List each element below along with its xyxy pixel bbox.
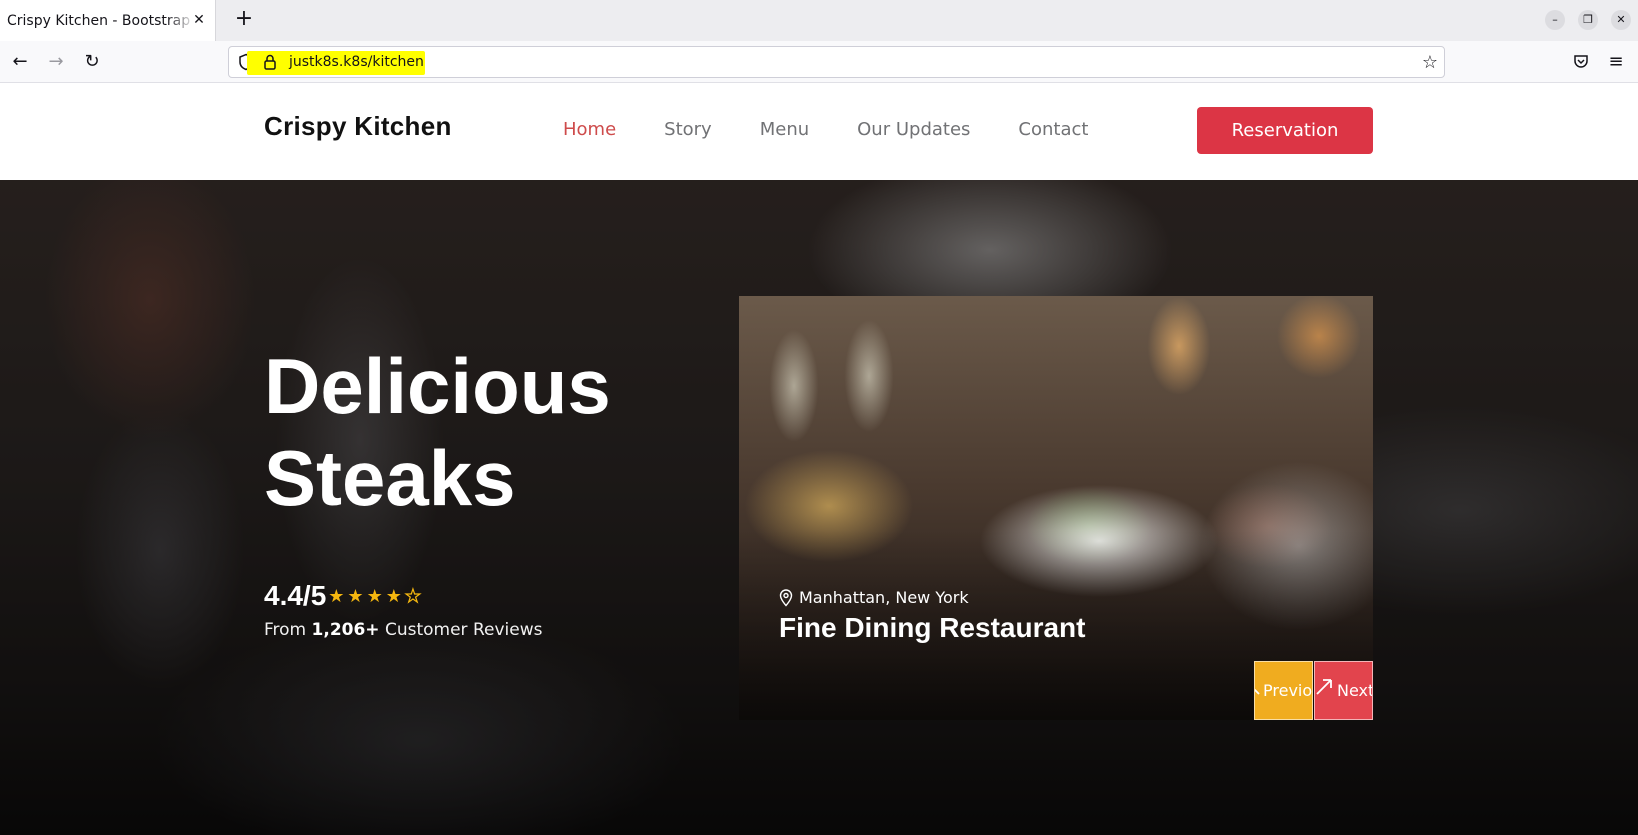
forward-icon[interactable]: → — [44, 50, 68, 74]
main-nav: Home Story Menu Our Updates Contact — [563, 119, 1136, 140]
rating: 4.4/5 ★ ★ ★ ★ ★ — [264, 580, 422, 612]
prev-label: Previo — [1263, 681, 1313, 700]
nav-contact[interactable]: Contact — [1018, 119, 1088, 140]
bookmark-star-icon[interactable]: ☆ — [1422, 52, 1438, 73]
featured-card: Manhattan, New York Fine Dining Restaura… — [739, 296, 1373, 720]
reviews-prefix: From — [264, 620, 307, 640]
hero-section: Delicious Steaks 4.4/5 ★ ★ ★ ★ ★ From 1,… — [0, 180, 1638, 835]
minimize-icon[interactable]: – — [1545, 10, 1565, 30]
nav-story[interactable]: Story — [664, 119, 712, 140]
next-label: Next — [1337, 681, 1373, 700]
nav-our-updates[interactable]: Our Updates — [857, 119, 970, 140]
nav-home[interactable]: Home — [563, 119, 616, 140]
location-text: Manhattan, New York — [799, 588, 969, 607]
tab-title: Crispy Kitchen - Bootstrap 5 — [7, 12, 195, 29]
close-window-icon[interactable]: ✕ — [1611, 10, 1631, 30]
browser-tab[interactable]: Crispy Kitchen - Bootstrap 5 ✕ — [0, 0, 216, 41]
star-filled-icon: ★ — [328, 585, 345, 607]
rating-stars: ★ ★ ★ ★ ★ — [328, 585, 421, 607]
carousel-prev-button[interactable]: Previo — [1254, 661, 1313, 720]
hero-title-line1: Delicious — [264, 342, 611, 430]
close-tab-icon[interactable]: ✕ — [191, 12, 207, 28]
map-pin-icon — [779, 588, 793, 607]
star-filled-icon: ★ — [347, 585, 364, 607]
reviews-text: From 1,206+ Customer Reviews — [264, 620, 542, 640]
star-empty-icon: ★ — [404, 585, 421, 607]
hero-title: Delicious Steaks — [264, 340, 684, 524]
star-filled-icon: ★ — [385, 585, 402, 607]
back-icon[interactable]: ← — [8, 50, 32, 74]
carousel-next-button[interactable]: Next — [1314, 661, 1373, 720]
arrow-up-left-icon — [1255, 688, 1260, 695]
url-text: justk8s.k8s/kitchen — [289, 54, 424, 70]
arrow-up-right-icon — [1316, 679, 1332, 695]
reviews-count: 1,206+ — [311, 620, 380, 640]
rating-value: 4.4/5 — [264, 580, 327, 611]
browser-tab-bar: Crispy Kitchen - Bootstrap 5 ✕ + – ❐ ✕ — [0, 0, 1638, 41]
pocket-icon[interactable] — [1569, 50, 1593, 74]
browser-toolbar: ← → ↻ justk8s.k8s/kitchen ☆ ≡ — [0, 41, 1638, 83]
card-location: Manhattan, New York — [779, 588, 969, 607]
restore-icon[interactable]: ❐ — [1578, 10, 1598, 30]
reload-icon[interactable]: ↻ — [80, 50, 104, 74]
url-bar[interactable]: justk8s.k8s/kitchen ☆ — [228, 46, 1445, 78]
card-title: Fine Dining Restaurant — [779, 612, 1086, 643]
reservation-button[interactable]: Reservation — [1197, 107, 1373, 154]
nav-menu[interactable]: Menu — [760, 119, 809, 140]
hero-title-line2: Steaks — [264, 434, 516, 522]
reviews-suffix: Customer Reviews — [384, 620, 543, 640]
brand-logo[interactable]: Crispy Kitchen — [264, 111, 452, 142]
app-menu-icon[interactable]: ≡ — [1604, 50, 1628, 74]
star-filled-icon: ★ — [366, 585, 383, 607]
site-header: Crispy Kitchen Home Story Menu Our Updat… — [0, 83, 1638, 180]
new-tab-icon[interactable]: + — [232, 8, 256, 32]
lock-icon — [264, 54, 276, 70]
